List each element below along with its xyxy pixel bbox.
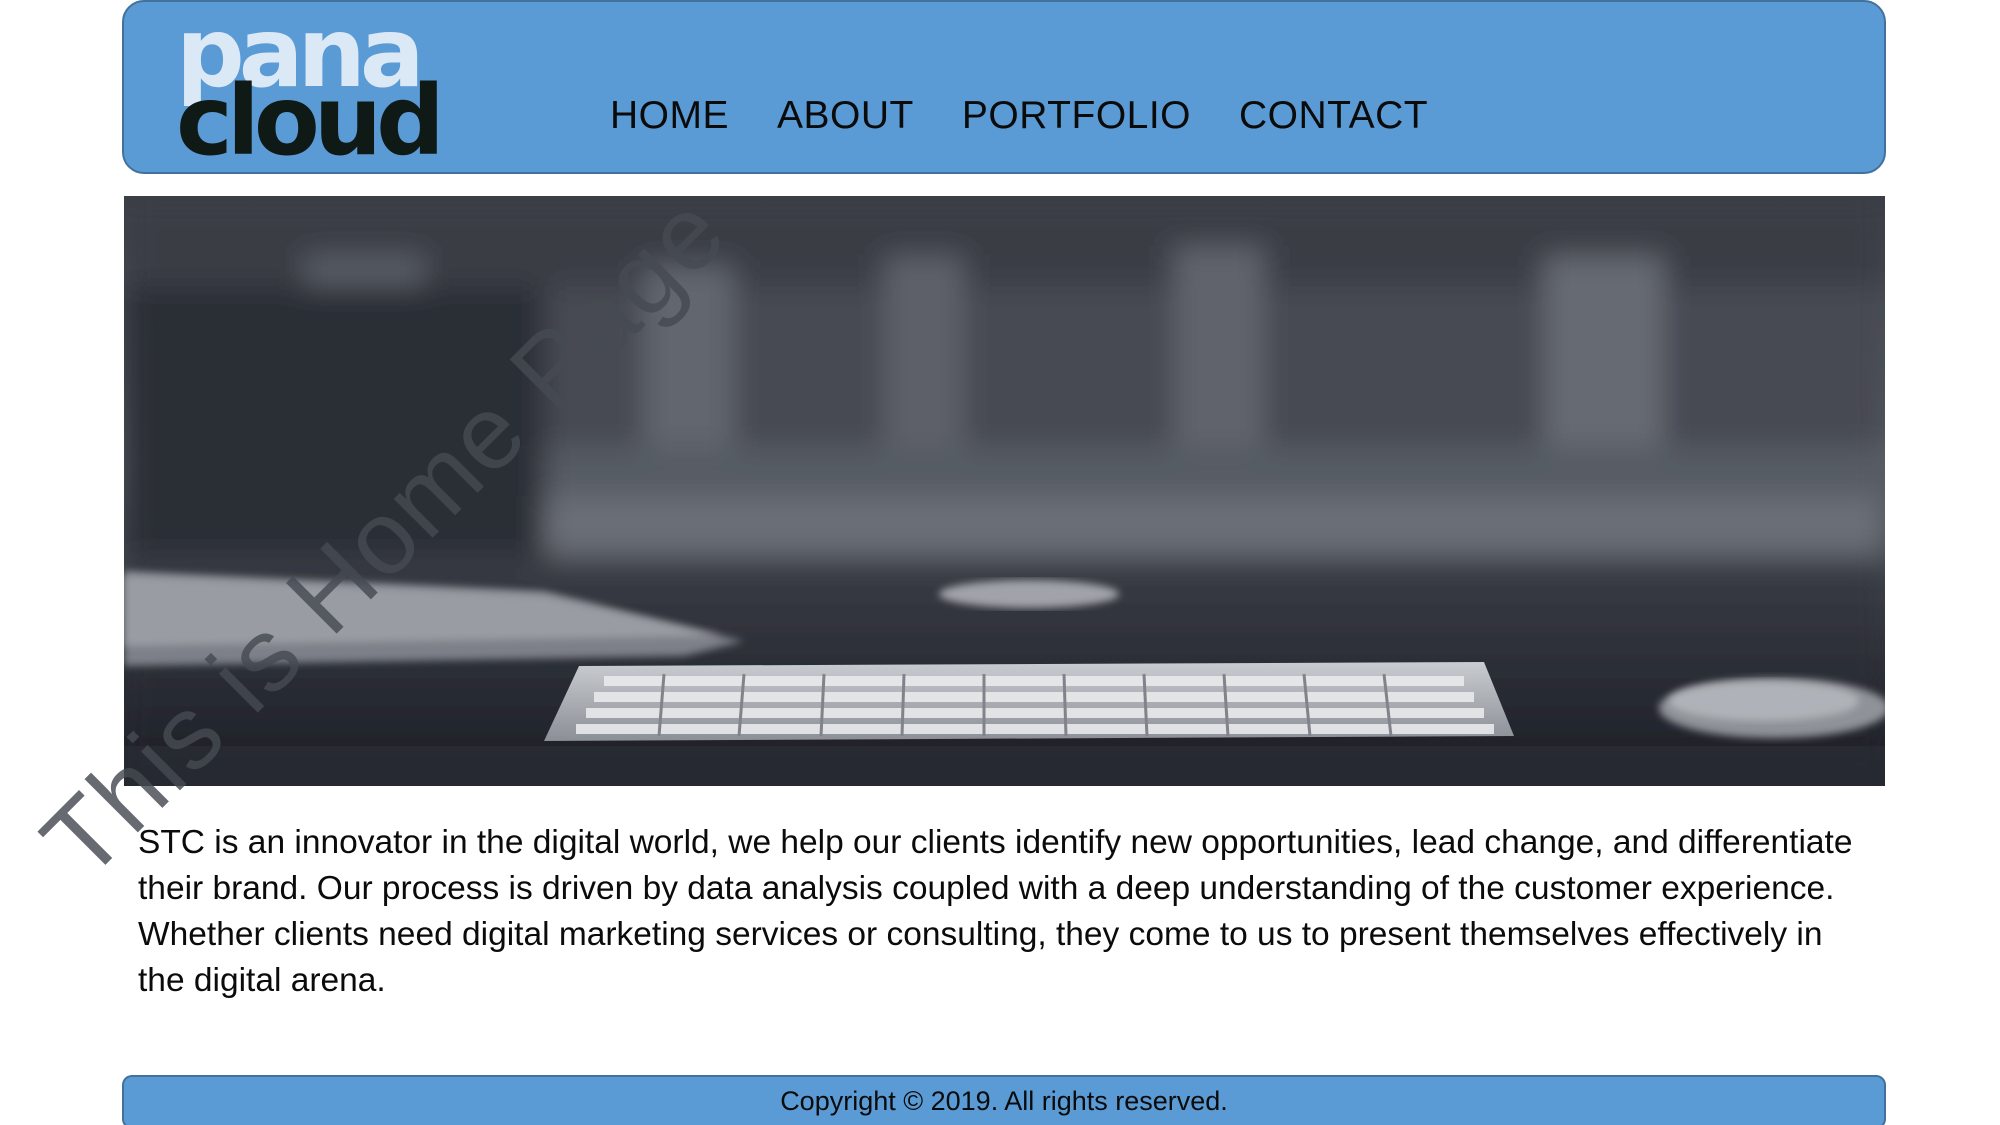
logo-line-cloud: cloud: [176, 65, 439, 164]
nav-about[interactable]: ABOUT: [777, 94, 914, 138]
nav-contact[interactable]: CONTACT: [1239, 94, 1428, 138]
nav-portfolio[interactable]: PORTFOLIO: [962, 94, 1191, 138]
copyright-text: Copyright © 2019. All rights reserved.: [780, 1086, 1228, 1116]
intro-paragraph: STC is an innovator in the digital world…: [138, 824, 1853, 999]
panacloud-logo[interactable]: pana cloud: [176, 0, 456, 177]
site-header: pana cloud HOME ABOUT PORTFOLIO CONTACT: [122, 0, 1886, 177]
main-nav: HOME ABOUT PORTFOLIO CONTACT: [610, 94, 1476, 138]
nav-home[interactable]: HOME: [610, 94, 729, 138]
page: pana cloud HOME ABOUT PORTFOLIO CONTACT: [0, 0, 2000, 1125]
site-footer: Copyright © 2019. All rights reserved.: [122, 1075, 1886, 1125]
logo-mark: pana cloud: [176, 0, 445, 177]
